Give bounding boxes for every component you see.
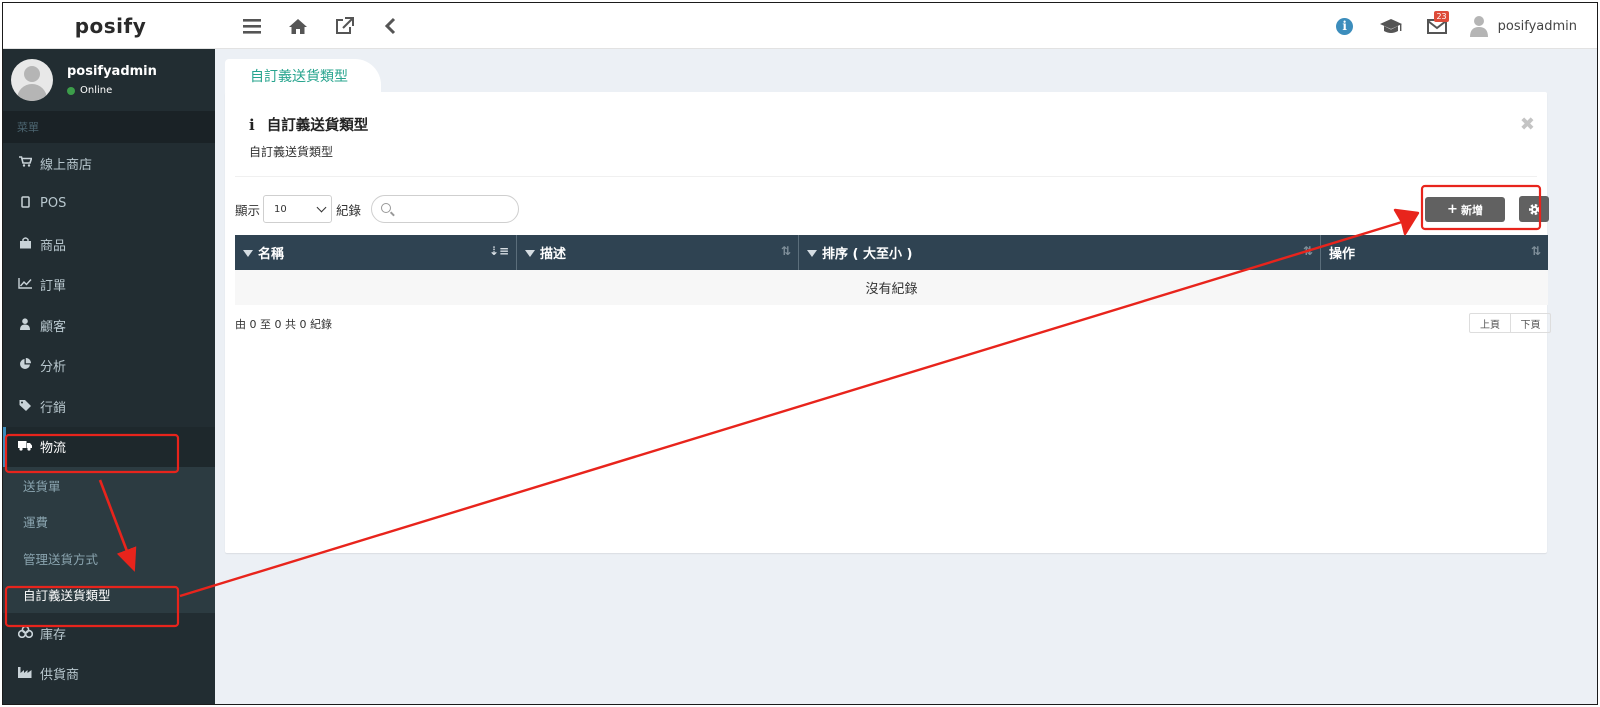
- external-link-icon[interactable]: [321, 3, 367, 49]
- data-table: 名稱 ⇣≡ 描述 ⇅ 排序 ( 大至小 ) ⇅ 操作 ⇅ 沒有紀錄: [235, 235, 1548, 305]
- add-new-button[interactable]: + 新增: [1425, 197, 1505, 222]
- truck-icon: [18, 440, 32, 454]
- user-panel: posifyadmin Online: [3, 49, 215, 111]
- search-icon: [381, 203, 391, 213]
- home-icon[interactable]: [275, 3, 321, 49]
- bag-icon: [18, 237, 32, 252]
- top-username: posifyadmin: [1497, 18, 1577, 34]
- user-silhouette-icon: [1469, 16, 1488, 37]
- page-title: i 自訂義送貨類型: [249, 115, 369, 135]
- pagination: 上頁 下頁: [1469, 313, 1551, 333]
- brand-logo[interactable]: posify: [3, 3, 218, 49]
- sidebar-item-online-store[interactable]: 線上商店: [3, 143, 215, 184]
- cubes-icon: [17, 625, 34, 641]
- info-icon: i: [249, 115, 255, 134]
- user-menu[interactable]: posifyadmin: [1460, 15, 1587, 37]
- tags-icon: [18, 399, 32, 414]
- prev-page-button[interactable]: 上頁: [1470, 314, 1510, 332]
- column-header-actions[interactable]: 操作 ⇅: [1321, 235, 1548, 270]
- table-header: 名稱 ⇣≡ 描述 ⇅ 排序 ( 大至小 ) ⇅ 操作 ⇅: [235, 235, 1548, 270]
- plus-icon: +: [1447, 202, 1458, 217]
- column-header-description[interactable]: 描述 ⇅: [517, 235, 799, 270]
- column-header-name[interactable]: 名稱 ⇣≡: [235, 235, 517, 270]
- menu-icon[interactable]: [229, 3, 275, 49]
- avatar: [11, 59, 53, 101]
- tablet-icon: [18, 196, 32, 211]
- empty-table-message: 沒有紀錄: [235, 270, 1548, 305]
- logo-text: posify: [74, 14, 147, 38]
- mail-count-badge: 23: [1434, 11, 1449, 22]
- sidebar-item-logistics[interactable]: 物流: [3, 426, 215, 467]
- column-header-sort-order[interactable]: 排序 ( 大至小 ) ⇅: [799, 235, 1321, 270]
- search-input[interactable]: [371, 195, 519, 223]
- sidebar: posifyadmin Online 菜單 線上商店 POS 商品 訂單 顧客 …: [3, 49, 215, 704]
- info-icon[interactable]: i: [1322, 3, 1368, 49]
- settings-button[interactable]: [1519, 196, 1549, 222]
- back-arrow-icon[interactable]: [367, 3, 413, 49]
- sidebar-item-suppliers[interactable]: 供貨商: [3, 654, 215, 695]
- records-label: 紀錄: [336, 203, 362, 218]
- page-subtitle: 自訂義送貨類型: [249, 145, 334, 159]
- online-status: Online: [67, 85, 157, 96]
- graduation-cap-icon[interactable]: [1368, 3, 1414, 49]
- logistics-submenu: 送貨單 運費 管理送貨方式 自訂義送貨類型: [3, 467, 215, 613]
- submenu-item-shipping-fee[interactable]: 運費: [3, 504, 215, 541]
- user-icon: [18, 318, 32, 333]
- page-length-select[interactable]: 10: [263, 195, 332, 223]
- next-page-button[interactable]: 下頁: [1510, 314, 1550, 332]
- show-label: 顯示: [235, 203, 261, 218]
- top-navbar: posify i 23 posifyadmin: [3, 3, 1597, 49]
- content-card: i 自訂義送貨類型 自訂義送貨類型 ✖ 顯示 10 紀錄 + 新增 名稱 ⇣≡ …: [225, 92, 1551, 553]
- sidebar-username: posifyadmin: [67, 64, 157, 79]
- sidebar-item-products[interactable]: 商品: [3, 224, 215, 265]
- menu-header: 菜單: [3, 111, 215, 143]
- filter-icon[interactable]: [807, 250, 817, 257]
- submenu-item-custom-delivery-types[interactable]: 自訂義送貨類型: [3, 577, 215, 614]
- chart-line-icon: [18, 277, 32, 292]
- industry-icon: [18, 666, 32, 681]
- cart-icon: [18, 156, 33, 170]
- chevron-down-icon: [316, 202, 327, 213]
- filter-icon[interactable]: [243, 250, 253, 257]
- sort-icon[interactable]: ⇅: [1531, 244, 1541, 258]
- sidebar-item-inventory[interactable]: 庫存: [3, 613, 215, 654]
- tab-custom-delivery-types[interactable]: 自訂義送貨類型: [225, 59, 381, 93]
- sidebar-item-marketing[interactable]: 行銷: [3, 386, 215, 427]
- sort-icon[interactable]: ⇅: [1303, 244, 1313, 258]
- submenu-item-manage-delivery-methods[interactable]: 管理送貨方式: [3, 540, 215, 577]
- sort-desc-icon[interactable]: ⇣≡: [489, 244, 509, 258]
- sidebar-item-analytics[interactable]: 分析: [3, 346, 215, 387]
- app-window: posify i 23 posifyadmin posifyadmin Onli…: [2, 2, 1598, 705]
- gear-icon: [1528, 203, 1540, 215]
- sidebar-item-pos[interactable]: POS: [3, 184, 215, 225]
- filter-icon[interactable]: [525, 250, 535, 257]
- status-dot-icon: [67, 86, 75, 95]
- sidebar-item-customers[interactable]: 顧客: [3, 305, 215, 346]
- submenu-item-delivery-notes[interactable]: 送貨單: [3, 467, 215, 504]
- divider: [235, 176, 1537, 177]
- table-info: 由 0 至 0 共 0 紀錄: [235, 318, 332, 331]
- sort-icon[interactable]: ⇅: [781, 244, 791, 258]
- mail-icon[interactable]: 23: [1414, 3, 1460, 49]
- sidebar-item-orders[interactable]: 訂單: [3, 265, 215, 306]
- pie-chart-icon: [18, 358, 32, 373]
- close-icon[interactable]: ✖: [1520, 114, 1535, 135]
